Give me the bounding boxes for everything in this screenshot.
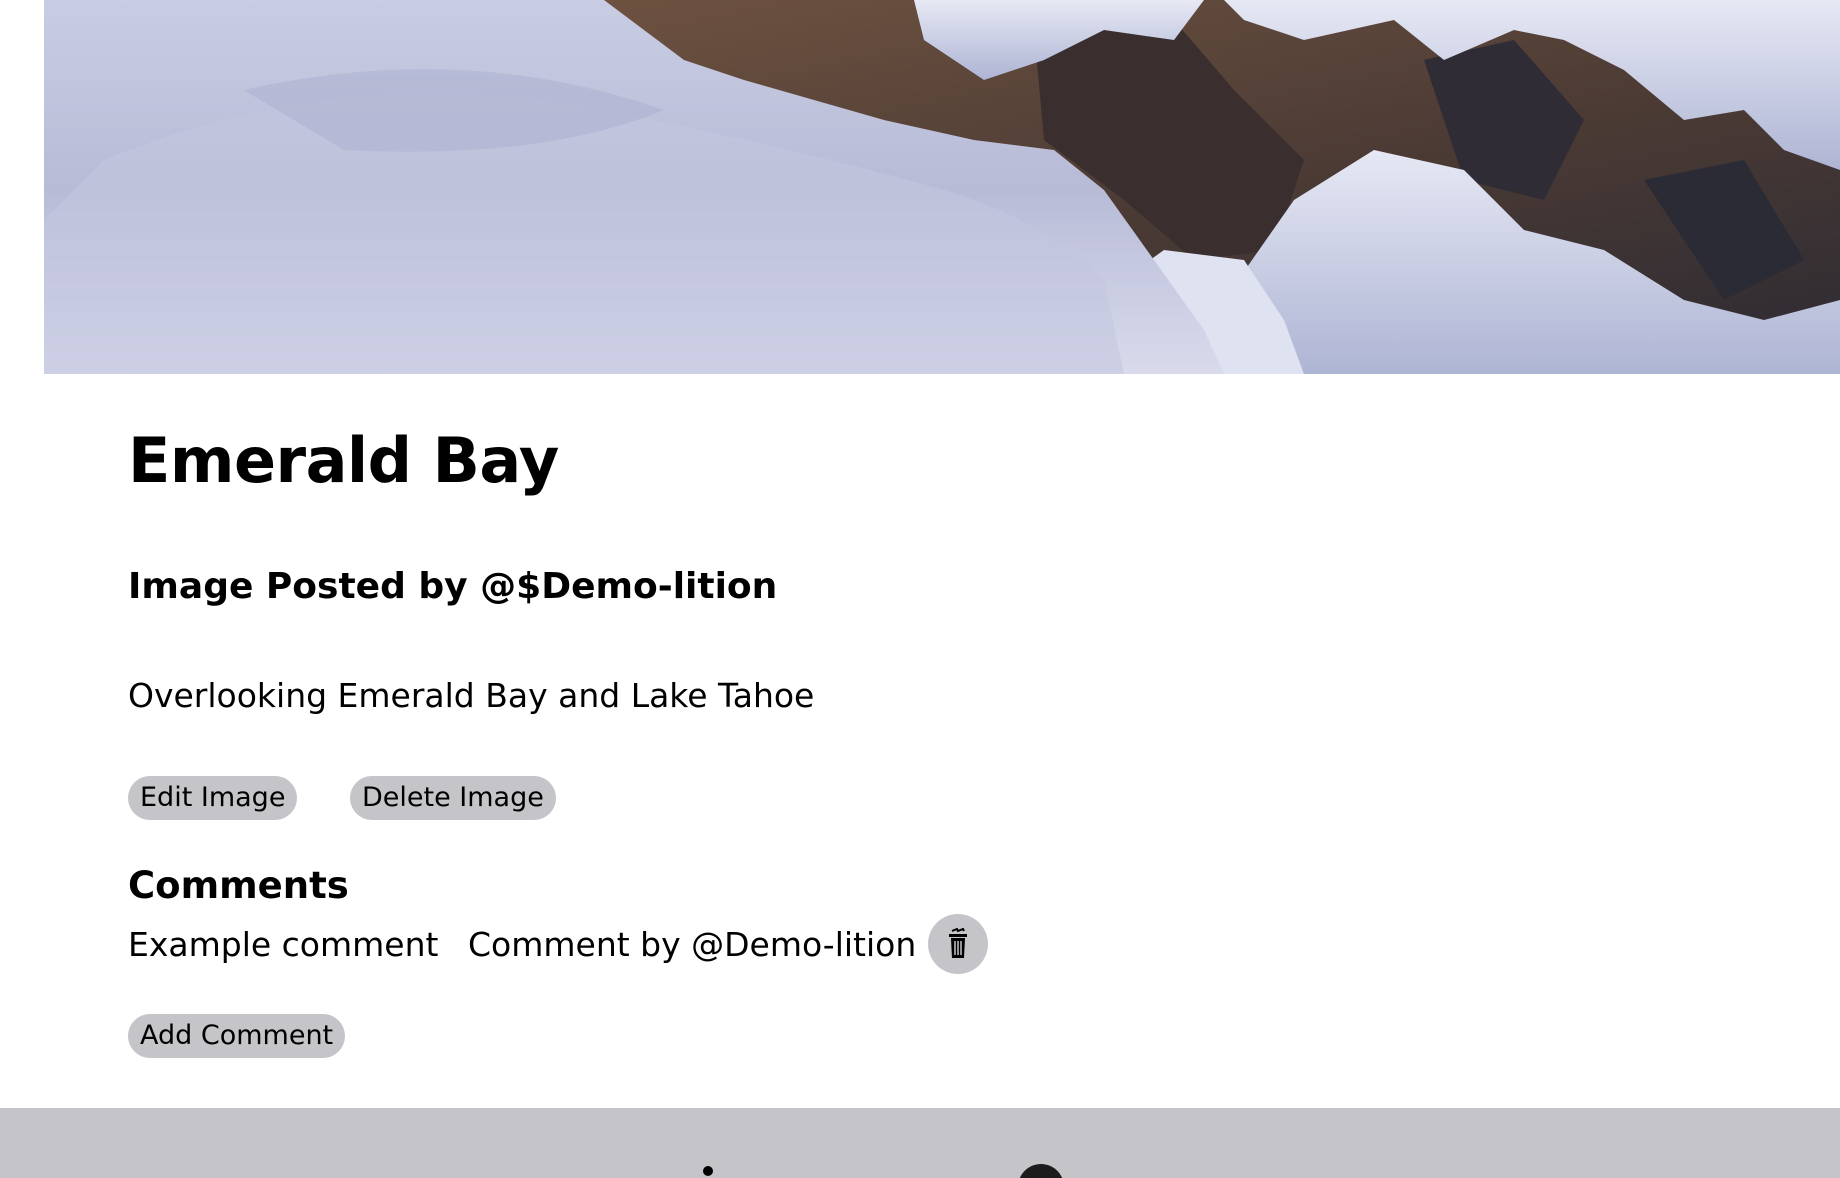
footer — [0, 1108, 1840, 1178]
delete-comment-button[interactable] — [928, 914, 988, 974]
image-description: Overlooking Emerald Bay and Lake Tahoe — [128, 676, 815, 715]
comment-author: Comment by @Demo-lition — [468, 925, 917, 964]
edit-image-button[interactable]: Edit Image — [128, 776, 298, 820]
comments-heading: Comments — [128, 864, 349, 907]
add-comment-button[interactable]: Add Comment — [128, 1014, 346, 1058]
posted-by-label: Image Posted by @$Demo-lition — [128, 566, 778, 607]
trash-icon — [949, 928, 967, 958]
footer-dot-icon — [703, 1166, 713, 1176]
post-image — [44, 0, 1840, 374]
image-detail-page: Emerald Bay Image Posted by @$Demo-litio… — [0, 0, 1840, 1178]
comment-text: Example comment — [128, 925, 439, 964]
page-title: Emerald Bay — [128, 424, 559, 497]
github-icon[interactable] — [1018, 1164, 1064, 1178]
delete-image-button[interactable]: Delete Image — [350, 776, 556, 820]
